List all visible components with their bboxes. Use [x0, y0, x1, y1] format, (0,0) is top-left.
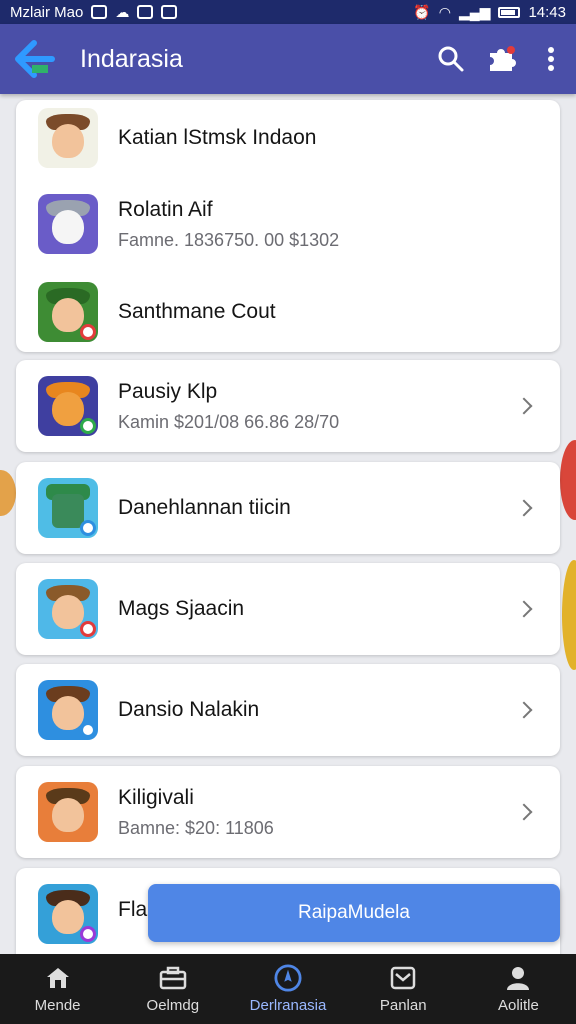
wifi-icon: ◠: [438, 4, 451, 20]
side-decoration-right: [560, 440, 576, 520]
item-title: Dansio Nalakin: [118, 698, 260, 721]
more-vert-icon: [548, 47, 554, 71]
notification-icon: [91, 5, 108, 19]
item-title: Danehlannan tiicin: [118, 496, 291, 519]
extensions-button[interactable]: [476, 34, 526, 84]
avatar: [38, 579, 98, 639]
chevron-right-icon: [515, 397, 533, 415]
item-title: Rolatin Aif: [118, 197, 213, 221]
item-title: Katian lStmsk Indaon: [118, 126, 317, 149]
avatar: [38, 282, 98, 342]
nav-label: Aolitle: [497, 996, 539, 1014]
item-title: Pausiy Klp: [118, 379, 218, 403]
bottom-navigation: Mende Oelmdg Derlranasia Panlan Aolitle: [0, 954, 576, 1024]
carrier-label: Mzlair Mao: [10, 3, 84, 21]
item-subtitle: Famne. 1836750. 00 $1302: [118, 229, 340, 250]
avatar: [38, 376, 98, 436]
avatar: [38, 680, 98, 740]
side-decoration-right-2: [562, 560, 576, 670]
avatar: [38, 478, 98, 538]
nav-label: Mende: [34, 996, 81, 1014]
alarm-icon: ⏰: [413, 4, 431, 20]
list-item[interactable]: Katian lStmsk Indaon: [16, 100, 560, 176]
chevron-right-icon: [515, 701, 533, 719]
search-icon: [438, 46, 464, 72]
item-title: Kiligivali: [118, 785, 194, 809]
puzzle-icon: [490, 46, 516, 71]
item-title: Fla: [118, 898, 148, 921]
nav-item-home[interactable]: Mende: [0, 954, 115, 1024]
chevron-right-icon: [515, 803, 533, 821]
nav-item-explore[interactable]: Derlranasia: [230, 954, 345, 1024]
chevron-right-icon: [515, 499, 533, 517]
nav-label: Oelmdg: [146, 996, 200, 1014]
compass-icon: [274, 963, 302, 992]
battery-icon: [498, 6, 521, 18]
inbox-icon: [390, 966, 416, 989]
cast-icon: [161, 5, 178, 19]
item-subtitle: Kamin $201/08 66.86 28/70: [118, 411, 340, 432]
item-title: Mags Sjaacin: [118, 597, 245, 620]
avatar: [38, 884, 98, 944]
briefcase-icon: [159, 966, 187, 989]
page-title: Indarasia: [80, 44, 183, 73]
app-bar: Indarasia: [0, 24, 576, 94]
avatar: [38, 108, 98, 168]
clock: 14:43: [528, 3, 566, 21]
nav-label: Derlranasia: [249, 996, 327, 1014]
back-arrow-icon: [15, 40, 55, 78]
nav-label: Panlan: [379, 996, 427, 1014]
chevron-right-icon: [515, 600, 533, 618]
nav-item-briefcase[interactable]: Oelmdg: [115, 954, 230, 1024]
avatar: [38, 782, 98, 842]
more-options-button[interactable]: [526, 34, 576, 84]
list-item[interactable]: Rolatin Aif Famne. 1836750. 00 $1302: [16, 176, 560, 272]
back-button[interactable]: [12, 36, 58, 82]
search-button[interactable]: [426, 34, 476, 84]
signal-icon: ▂▄▆: [459, 4, 491, 20]
list-item[interactable]: Santhmane Cout: [16, 272, 560, 352]
list-item[interactable]: Mags Sjaacin: [16, 563, 560, 655]
list-item[interactable]: Kiligivali Bamne: $20: 11806: [16, 766, 560, 858]
item-title: Santhmane Cout: [118, 300, 276, 323]
grouped-card: Katian lStmsk Indaon Rolatin Aif Famne. …: [16, 100, 560, 352]
list-item[interactable]: Danehlannan tiicin: [16, 462, 560, 554]
profile-icon: [507, 966, 530, 990]
side-decoration-left: [0, 470, 16, 516]
avatar: [38, 194, 98, 254]
cloud-icon: ☁: [115, 4, 130, 20]
list-item[interactable]: Dansio Nalakin: [16, 664, 560, 756]
primary-action-button[interactable]: RaipaMudela: [148, 884, 560, 942]
nav-item-inbox[interactable]: Panlan: [346, 954, 461, 1024]
item-subtitle: Bamne: $20: 11806: [118, 817, 274, 838]
status-bar: Mzlair Mao ☁ ⏰ ◠ ▂▄▆ 14:43: [0, 0, 576, 24]
image-icon: [137, 5, 154, 19]
list-item[interactable]: Pausiy Klp Kamin $201/08 66.86 28/70: [16, 360, 560, 452]
nav-item-profile[interactable]: Aolitle: [461, 954, 576, 1024]
home-icon: [46, 967, 69, 988]
